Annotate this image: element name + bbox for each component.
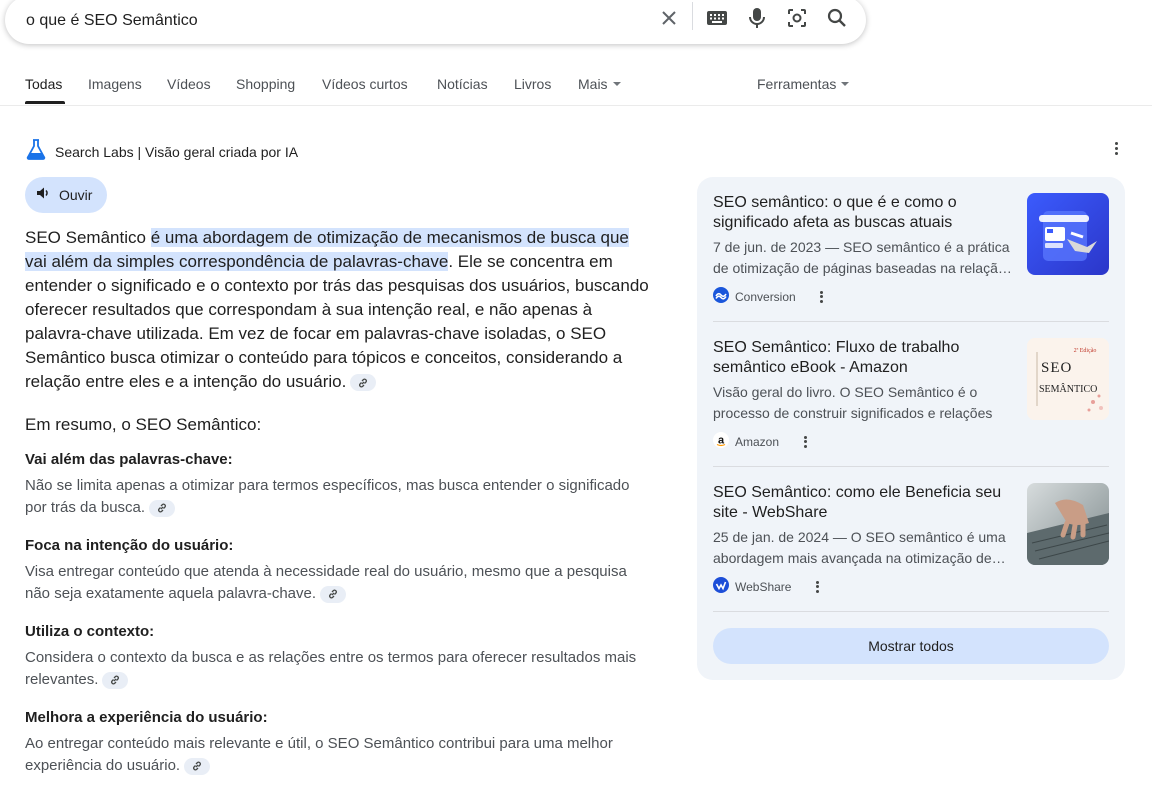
- link-icon[interactable]: [184, 757, 211, 775]
- webshare-logo-icon: [713, 577, 729, 596]
- summary-text: . Ele se concentra em entender o signifi…: [25, 252, 649, 391]
- tab-videos[interactable]: Vídeos: [167, 76, 211, 92]
- source-name: WebShare: [735, 579, 792, 594]
- point-title: Foca na intenção do usuário:: [25, 537, 234, 554]
- source-title[interactable]: SEO Semântico: como ele Beneficia seu si…: [713, 483, 1013, 523]
- tab-videos-curtos[interactable]: Vídeos curtos: [322, 76, 408, 92]
- source-card[interactable]: SEO Semântico: como ele Beneficia seu si…: [713, 467, 1109, 596]
- search-input[interactable]: o que é SEO Semântico: [26, 12, 198, 30]
- source-snippet: 7 de jun. de 2023 — SEO semântico é a pr…: [713, 239, 1010, 276]
- point-body: Não se limita apenas a otimizar para ter…: [25, 475, 645, 519]
- ai-overview-title: Search Labs | Visão geral criada por IA: [55, 143, 299, 160]
- tab-livros[interactable]: Livros: [514, 76, 551, 92]
- active-tab-indicator: [25, 101, 65, 104]
- source-card[interactable]: SEO Semântico: Fluxo de trabalho semânti…: [713, 322, 1109, 451]
- tab-todas[interactable]: Todas: [25, 76, 62, 92]
- tab-imagens[interactable]: Imagens: [88, 76, 142, 92]
- listen-label: Ouvir: [59, 187, 93, 203]
- source-site: Conversion: [713, 287, 1109, 306]
- source-thumbnail[interactable]: [1027, 483, 1109, 565]
- keyboard-icon[interactable]: [705, 6, 729, 30]
- link-icon[interactable]: [102, 671, 129, 689]
- point-title: Utiliza o contexto:: [25, 623, 155, 640]
- source-title[interactable]: SEO semântico: o que é e como o signific…: [713, 193, 1013, 233]
- conversion-logo-icon: [713, 287, 729, 306]
- point-body: Ao entregar conteúdo mais relevante e út…: [25, 733, 645, 777]
- more-options-icon[interactable]: [1108, 140, 1124, 160]
- ai-overview-header: Search Labs | Visão geral criada por IA: [25, 138, 298, 165]
- book-cover-title-2: SEMÂNTICO: [1039, 383, 1097, 395]
- summary-point: Vai além das palavras-chave: Não se limi…: [25, 450, 645, 519]
- ai-summary: SEO Semântico é uma abordagem de otimiza…: [25, 226, 655, 394]
- point-title: Vai além das palavras-chave:: [25, 451, 233, 468]
- source-snippet: Visão geral do livro. O SEO Semântico é …: [713, 384, 993, 421]
- source-title[interactable]: SEO Semântico: Fluxo de trabalho semânti…: [713, 338, 1013, 378]
- point-body: Visa entregar conteúdo que atenda à nece…: [25, 561, 645, 605]
- point-body: Considera o contexto da busca e as relaç…: [25, 647, 645, 691]
- listen-button[interactable]: Ouvir: [25, 177, 107, 213]
- summary-subheading: Em resumo, o SEO Semântico:: [25, 415, 262, 434]
- link-icon[interactable]: [149, 499, 176, 517]
- search-box[interactable]: o que é SEO Semântico: [5, 0, 866, 44]
- flask-icon: [25, 138, 47, 165]
- summary-lead: SEO Semântico: [25, 228, 146, 247]
- search-icon[interactable]: [825, 6, 849, 30]
- tab-noticias[interactable]: Notícias: [437, 76, 488, 92]
- source-name: Conversion: [735, 289, 796, 304]
- summary-point: Melhora a experiência do usuário: Ao ent…: [25, 708, 645, 777]
- link-icon[interactable]: [350, 374, 377, 392]
- close-icon[interactable]: [657, 6, 681, 30]
- point-text: Ao entregar conteúdo mais relevante e út…: [25, 735, 613, 774]
- point-text: Não se limita apenas a otimizar para ter…: [25, 477, 630, 516]
- tools-label: Ferramentas: [757, 76, 837, 92]
- book-cover-title-1: SEO: [1041, 360, 1072, 376]
- source-card[interactable]: SEO semântico: o que é e como o signific…: [713, 177, 1109, 306]
- microphone-icon[interactable]: [745, 6, 769, 30]
- book-cover-edition: 2ª Edição: [1074, 348, 1097, 354]
- chevron-down-icon: [841, 82, 850, 87]
- summary-point: Utiliza o contexto: Considera o contexto…: [25, 622, 645, 691]
- card-divider: [713, 611, 1109, 612]
- tools-button[interactable]: Ferramentas: [757, 76, 850, 92]
- search-divider: [692, 2, 693, 30]
- summary-point: Foca na intenção do usuário: Visa entreg…: [25, 536, 645, 605]
- source-thumbnail[interactable]: 2ª Edição SEO SEMÂNTICO: [1027, 338, 1109, 420]
- sources-panel: SEO semântico: o que é e como o signific…: [697, 177, 1125, 680]
- tab-mais-label: Mais: [578, 76, 608, 92]
- more-options-icon[interactable]: [799, 434, 811, 449]
- chevron-down-icon: [612, 82, 621, 87]
- source-site: WebShare: [713, 577, 1109, 596]
- tabs-divider: [0, 105, 1152, 106]
- amazon-logo-icon: a: [713, 432, 729, 451]
- more-options-icon[interactable]: [816, 289, 828, 304]
- tab-mais[interactable]: Mais: [578, 76, 621, 92]
- show-all-button[interactable]: Mostrar todos: [713, 628, 1109, 664]
- speaker-icon: [35, 185, 51, 206]
- lens-icon[interactable]: [785, 6, 809, 30]
- point-title: Melhora a experiência do usuário:: [25, 709, 268, 726]
- tab-shopping[interactable]: Shopping: [236, 76, 295, 92]
- source-site: a Amazon: [713, 432, 1109, 451]
- more-options-icon[interactable]: [811, 579, 823, 594]
- source-snippet: 25 de jan. de 2024 — O SEO semântico é u…: [713, 529, 1006, 566]
- source-name: Amazon: [735, 434, 780, 449]
- link-icon[interactable]: [320, 585, 347, 603]
- source-thumbnail[interactable]: [1027, 193, 1109, 275]
- search-tabs: Todas Imagens Vídeos Shopping Vídeos cur…: [0, 74, 1152, 106]
